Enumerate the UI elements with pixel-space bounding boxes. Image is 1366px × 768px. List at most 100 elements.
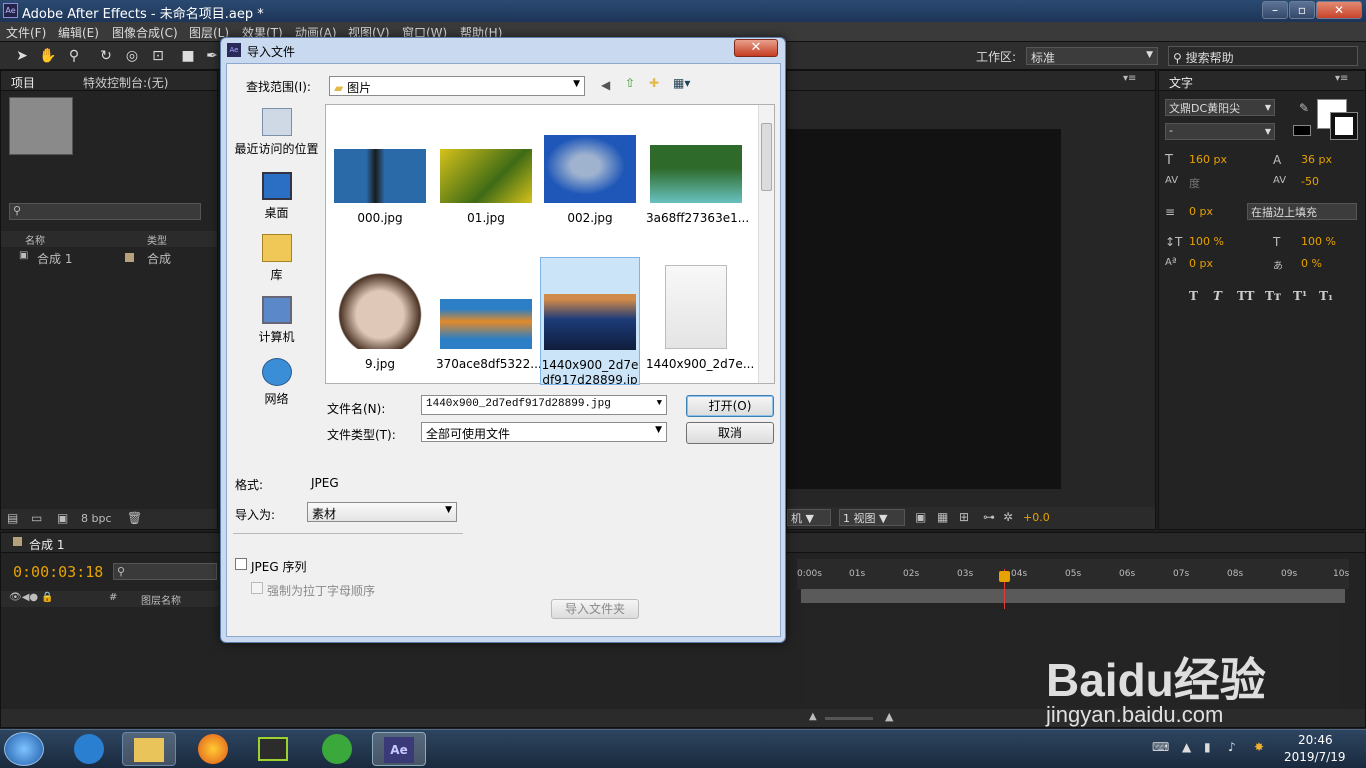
camera-select[interactable]: 机 ▼ [787, 509, 831, 526]
maximize-button[interactable]: ▫ [1289, 1, 1315, 19]
timeline-search-input[interactable]: ⚲ [113, 563, 217, 580]
zoom-out-icon[interactable]: ▲ [809, 711, 817, 722]
zoom-in-icon[interactable]: ▲ [885, 710, 893, 723]
menu-composition[interactable]: 图像合成(C) [112, 24, 178, 41]
tab-comp-1[interactable]: 合成 1 [29, 536, 64, 553]
tab-character[interactable]: 文字 [1169, 74, 1193, 91]
after-effects-taskbar-icon[interactable]: Ae [372, 732, 426, 766]
rotate-tool-icon[interactable]: ↻ [96, 46, 116, 66]
network-tray-icon[interactable]: ▮ [1204, 740, 1211, 754]
look-in-select[interactable]: ▰ 图片 ▼ [329, 76, 585, 96]
file-item[interactable]: 01.jpg [436, 149, 536, 225]
column-name[interactable]: 名称 [25, 232, 45, 247]
place-desktop[interactable]: 桌面 [229, 172, 324, 221]
subscript-button[interactable]: T₁ [1319, 289, 1333, 303]
layer-name-col[interactable]: 图层名称 [141, 592, 181, 607]
file-item[interactable]: 3a68ff27363e1... [646, 145, 749, 225]
file-list[interactable]: 000.jpg 01.jpg 002.jpg 3a68ff27363e1... … [325, 104, 775, 385]
place-network[interactable]: 网络 [229, 358, 324, 407]
stroke-color-swatch[interactable] [1330, 112, 1358, 140]
current-timecode[interactable]: 0:00:03:18 [13, 563, 103, 581]
superscript-button[interactable]: T¹ [1293, 289, 1307, 303]
exposure-value[interactable]: +0.0 [1023, 511, 1050, 524]
firefox-taskbar-icon[interactable] [186, 732, 240, 766]
horizontal-scale-value[interactable]: 100 % [1301, 235, 1336, 248]
fast-preview-icon[interactable]: ▦ [937, 510, 948, 524]
hand-tool-icon[interactable]: ✋ [38, 46, 58, 66]
small-caps-button[interactable]: Tт [1265, 289, 1281, 303]
baseline-shift-value[interactable]: 0 px [1189, 257, 1213, 270]
panel-menu-icon[interactable]: ▾≡ [1335, 73, 1348, 84]
selection-tool-icon[interactable]: ➤ [12, 46, 32, 66]
column-type[interactable]: 类型 [147, 232, 167, 247]
import-folder-button[interactable]: 导入文件夹 [551, 599, 639, 619]
filetype-select[interactable]: 全部可使用文件 ▼ [421, 422, 667, 442]
menu-edit[interactable]: 编辑(E) [58, 24, 99, 41]
zoom-tool-icon[interactable]: ⚲ [64, 46, 84, 66]
cancel-button[interactable]: 取消 [686, 422, 774, 444]
file-item[interactable]: 1440x900_2d7e... [646, 265, 754, 371]
all-caps-button[interactable]: TT [1237, 289, 1254, 303]
pan-behind-tool-icon[interactable]: ⊡ [148, 46, 168, 66]
clock-time[interactable]: 20:46 [1298, 733, 1333, 747]
import-as-select[interactable]: 素材 ▼ [307, 502, 457, 522]
leading-value[interactable]: 36 px [1301, 153, 1332, 166]
timeline-icon[interactable]: ⊞ [959, 510, 969, 524]
place-library[interactable]: 库 [229, 234, 324, 283]
sync-app-taskbar-icon[interactable] [310, 732, 364, 766]
zoom-slider[interactable] [825, 717, 873, 720]
scrollbar[interactable] [758, 105, 774, 383]
toggle-pixel-icon[interactable]: ▣ [915, 510, 926, 524]
up-folder-icon[interactable]: ⇧ [625, 76, 635, 90]
alpha-order-checkbox[interactable] [251, 582, 263, 594]
black-swatch[interactable] [1293, 125, 1311, 136]
project-search-input[interactable]: ⚲ [9, 203, 201, 220]
file-item[interactable]: 002.jpg [540, 135, 640, 225]
panel-menu-icon[interactable]: ▾≡ [1123, 73, 1136, 84]
notification-icon[interactable]: ✸ [1254, 740, 1264, 754]
menu-file[interactable]: 文件(F) [6, 24, 46, 41]
new-folder-icon[interactable]: ✚ [649, 76, 659, 90]
faux-italic-button[interactable]: T [1213, 289, 1222, 303]
file-item-selected[interactable]: 1440x900_2d7edf917d28899.jpg [540, 257, 640, 385]
bpc-label[interactable]: 8 bpc [81, 512, 112, 525]
open-button[interactable]: 打开(O) [686, 395, 774, 417]
flowchart-icon[interactable]: ⊶ [983, 510, 995, 524]
tray-arrow-icon[interactable]: ▲ [1182, 740, 1191, 754]
file-item[interactable]: 370ace8df5322... [436, 299, 542, 371]
interpret-footage-icon[interactable]: ▤ [7, 511, 18, 525]
work-area-bar[interactable] [801, 589, 1345, 603]
back-icon[interactable]: ◀ [601, 78, 610, 92]
tsume-value[interactable]: 0 % [1301, 257, 1322, 270]
tab-effect-controls[interactable]: 特效控制台:(无) [83, 74, 168, 91]
place-recent[interactable]: 最近访问的位置 [229, 108, 324, 157]
playhead-handle[interactable] [999, 571, 1010, 582]
view-menu-icon[interactable]: ▦▾ [673, 76, 690, 90]
jpeg-sequence-checkbox[interactable] [235, 558, 247, 570]
volume-icon[interactable]: ♪ [1228, 740, 1236, 754]
minimize-button[interactable]: – [1262, 1, 1288, 19]
keyboard-icon[interactable]: ⌨ [1152, 740, 1169, 754]
close-window-button[interactable]: ✕ [1316, 1, 1362, 19]
camera-tool-icon[interactable]: ◎ [122, 46, 142, 66]
font-family-select[interactable]: 文鼎DC黄阳尖 ▼ [1165, 99, 1275, 116]
stroke-mode-select[interactable]: 在描边上填充 [1247, 203, 1357, 220]
rectangle-tool-icon[interactable]: ■ [178, 46, 198, 66]
dialog-close-button[interactable]: ✕ [734, 39, 778, 57]
comp-canvas[interactable] [787, 129, 1061, 489]
scrollbar-thumb[interactable] [761, 123, 772, 191]
file-item[interactable]: 9.jpg [330, 263, 430, 371]
clock-date[interactable]: 2019/7/19 [1284, 750, 1346, 764]
media-player-taskbar-icon[interactable] [62, 732, 116, 766]
start-button[interactable] [4, 732, 44, 766]
font-size-value[interactable]: 160 px [1189, 153, 1227, 166]
new-composition-icon[interactable]: ▣ [57, 511, 68, 525]
tracking-value[interactable]: -50 [1301, 175, 1319, 188]
font-style-select[interactable]: - ▼ [1165, 123, 1275, 140]
video-editor-taskbar-icon[interactable] [246, 732, 300, 766]
place-computer[interactable]: 计算机 [229, 296, 324, 345]
vertical-scale-value[interactable]: 100 % [1189, 235, 1224, 248]
timeline-track-area[interactable] [803, 609, 1341, 709]
exposure-icon[interactable]: ✲ [1003, 510, 1013, 524]
file-item[interactable]: 000.jpg [330, 149, 430, 225]
